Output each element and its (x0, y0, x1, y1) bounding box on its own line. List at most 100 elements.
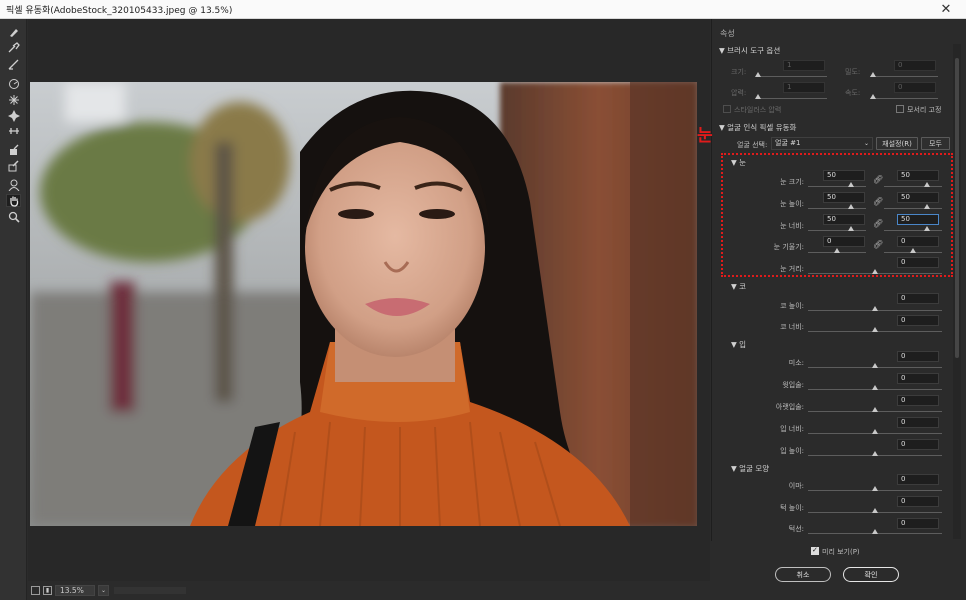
eye-width-right-input[interactable]: 50 (897, 214, 939, 225)
eye-width-left-thumb[interactable] (848, 226, 854, 231)
cancel-button[interactable]: 취소 (775, 567, 831, 582)
nose-height-input[interactable]: 0 (897, 293, 939, 304)
pucker-icon[interactable] (6, 93, 21, 106)
brush-section-title[interactable]: ▼ 브러시 도구 옵션 (719, 45, 780, 56)
stylus-pressure-checkbox[interactable] (723, 105, 731, 113)
panel-footer: 미리 보기(P) 취소 확인 (711, 541, 966, 600)
chevron-down-icon[interactable]: ⌄ (98, 585, 109, 596)
eye-size-right-thumb[interactable] (924, 182, 930, 187)
upper-lip-input[interactable]: 0 (897, 373, 939, 384)
brush-size-slider[interactable] (757, 76, 827, 77)
link-icon[interactable]: 🔗︎ (873, 240, 883, 249)
zoom-icon[interactable] (6, 210, 21, 223)
horizontal-scrollbar[interactable] (114, 587, 186, 594)
panel-scrollbar[interactable] (953, 44, 961, 539)
smile-thumb[interactable] (872, 363, 878, 368)
forehead-input[interactable]: 0 (897, 474, 939, 485)
nose-height-thumb[interactable] (872, 306, 878, 311)
mouth-width-input[interactable]: 0 (897, 417, 939, 428)
eye-size-right-input[interactable]: 50 (897, 170, 939, 181)
eye-height-left-slider[interactable] (808, 208, 866, 209)
brush-size-input[interactable]: 1 (783, 60, 825, 71)
eye-size-label: 눈 크기: (780, 178, 804, 186)
eye-size-left-slider[interactable] (808, 186, 866, 187)
upper-lip-thumb[interactable] (872, 385, 878, 390)
jawline-thumb[interactable] (872, 529, 878, 534)
twirl-icon[interactable] (6, 77, 21, 90)
face-aware-section-title[interactable]: ▼ 얼굴 인식 픽셀 유동화 (719, 122, 796, 133)
lower-lip-input[interactable]: 0 (897, 395, 939, 406)
reconstruct-icon[interactable] (6, 41, 21, 54)
lower-lip-thumb[interactable] (872, 407, 878, 412)
brush-rate-input[interactable]: 0 (894, 82, 936, 93)
bloat-icon[interactable] (6, 109, 21, 122)
eye-tilt-right-input[interactable]: 0 (897, 236, 939, 247)
push-left-icon[interactable] (6, 124, 21, 137)
preview-checkbox[interactable] (811, 546, 819, 555)
jawline-input[interactable]: 0 (897, 518, 939, 529)
chin-height-thumb[interactable] (872, 508, 878, 513)
mouth-section-title[interactable]: ▼ 입 (731, 339, 746, 350)
forward-warp-icon[interactable] (6, 25, 21, 38)
forehead-thumb[interactable] (872, 486, 878, 491)
scroll-thumb[interactable] (955, 58, 959, 358)
face-shape-section-title[interactable]: ▼ 얼굴 모양 (731, 463, 769, 474)
brush-density-thumb[interactable] (870, 72, 876, 77)
brush-rate-thumb[interactable] (870, 94, 876, 99)
close-icon[interactable]: ✕ (926, 0, 966, 19)
portrait-photo[interactable] (30, 82, 697, 526)
eye-width-label: 눈 너비: (780, 222, 804, 230)
eye-width-right-slider[interactable] (884, 230, 942, 231)
brush-size-thumb[interactable] (755, 72, 761, 77)
brush-density-slider[interactable] (870, 76, 938, 77)
face-select-dropdown[interactable]: 얼굴 #1 ⌄ (771, 137, 873, 150)
eye-tilt-left-input[interactable]: 0 (823, 236, 865, 247)
eye-width-right-thumb[interactable] (924, 226, 930, 231)
face-tool-icon[interactable] (6, 178, 21, 191)
eye-distance-input[interactable]: 0 (897, 257, 939, 268)
nose-width-input[interactable]: 0 (897, 315, 939, 326)
chin-height-input[interactable]: 0 (897, 496, 939, 507)
mouth-height-thumb[interactable] (872, 451, 878, 456)
mouth-width-thumb[interactable] (872, 429, 878, 434)
link-icon[interactable]: 🔗︎ (873, 219, 883, 228)
eye-tilt-label: 눈 기울기: (773, 243, 804, 251)
link-icon[interactable]: 🔗︎ (873, 175, 883, 184)
eye-distance-thumb[interactable] (872, 269, 878, 274)
pin-edges-checkbox[interactable] (896, 105, 904, 113)
eye-height-right-thumb[interactable] (924, 204, 930, 209)
brush-pressure-thumb[interactable] (755, 94, 761, 99)
eye-tilt-left-thumb[interactable] (834, 248, 840, 253)
eye-height-left-thumb[interactable] (848, 204, 854, 209)
brush-pressure-input[interactable]: 1 (783, 82, 825, 93)
all-button[interactable]: 모두 (921, 137, 950, 150)
reset-button[interactable]: 재설정(R) (876, 137, 918, 150)
eye-size-left-thumb[interactable] (848, 182, 854, 187)
brush-rate-slider[interactable] (870, 98, 938, 99)
eye-height-right-slider[interactable] (884, 208, 942, 209)
eye-width-left-input[interactable]: 50 (823, 214, 865, 225)
eye-size-left-input[interactable]: 50 (823, 170, 865, 181)
eye-width-left-slider[interactable] (808, 230, 866, 231)
zoom-field[interactable]: 13.5% (55, 585, 95, 596)
brush-pressure-slider[interactable] (757, 98, 827, 99)
nose-section-title[interactable]: ▼ 코 (731, 281, 746, 292)
eye-size-right-slider[interactable] (884, 186, 942, 187)
brush-pressure-label: 압력: (731, 89, 747, 97)
freeze-mask-icon[interactable] (6, 143, 21, 156)
eye-height-right-input[interactable]: 50 (897, 192, 939, 203)
eyes-section-title[interactable]: ▼ 눈 (731, 157, 746, 168)
view-mode-icon[interactable] (31, 586, 40, 595)
brush-density-input[interactable]: 0 (894, 60, 936, 71)
mouth-height-input[interactable]: 0 (897, 439, 939, 450)
ok-button[interactable]: 확인 (843, 567, 899, 582)
hand-icon[interactable] (6, 194, 21, 207)
eye-height-left-input[interactable]: 50 (823, 192, 865, 203)
nose-width-thumb[interactable] (872, 327, 878, 332)
thaw-mask-icon[interactable] (6, 159, 21, 172)
smooth-icon[interactable] (6, 57, 21, 70)
view-mode-alt-icon[interactable]: ▮ (43, 586, 52, 595)
smile-input[interactable]: 0 (897, 351, 939, 362)
eye-tilt-right-thumb[interactable] (910, 248, 916, 253)
link-icon[interactable]: 🔗︎ (873, 197, 883, 206)
